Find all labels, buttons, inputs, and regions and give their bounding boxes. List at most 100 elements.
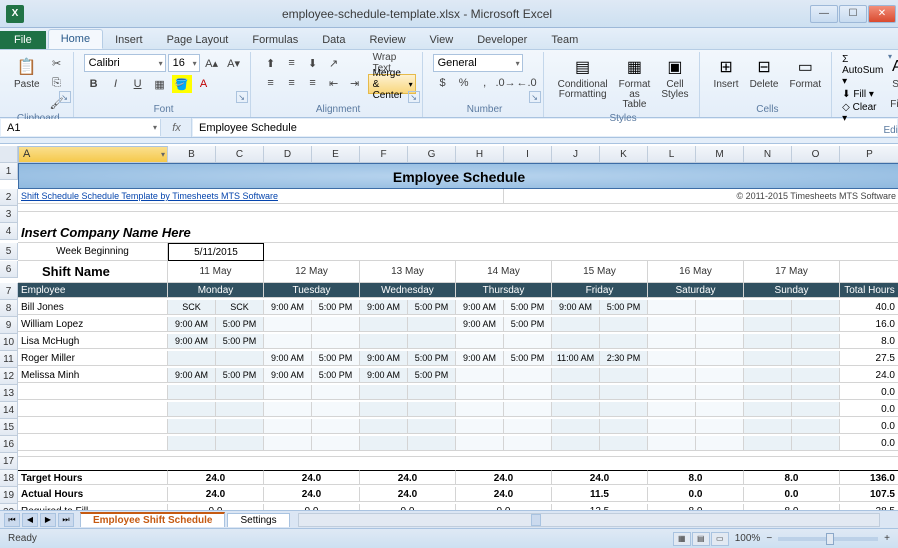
row-header[interactable]: 5 bbox=[0, 243, 18, 260]
shift-cell[interactable] bbox=[456, 419, 504, 434]
shift-cell[interactable] bbox=[264, 385, 312, 400]
row-header[interactable]: 12 bbox=[0, 368, 18, 385]
shift-cell[interactable] bbox=[312, 419, 360, 434]
number-launcher[interactable]: ↘ bbox=[529, 91, 541, 103]
accounting-format-button[interactable]: $ bbox=[433, 74, 453, 92]
shift-cell[interactable] bbox=[792, 419, 840, 434]
shift-cell[interactable] bbox=[504, 402, 552, 417]
summary-value[interactable]: 24.0 bbox=[264, 470, 360, 485]
shift-cell[interactable]: 2:30 PM bbox=[600, 351, 648, 366]
template-link[interactable]: Shift Schedule Schedule Template by Time… bbox=[18, 189, 504, 204]
shift-cell[interactable] bbox=[792, 317, 840, 332]
shift-cell[interactable] bbox=[648, 351, 696, 366]
increase-font-button[interactable]: A▴ bbox=[202, 54, 222, 72]
decrease-font-button[interactable]: A▾ bbox=[224, 54, 244, 72]
format-as-table-button[interactable]: ▦Format as Table bbox=[615, 54, 655, 112]
shift-cell[interactable] bbox=[744, 385, 792, 400]
summary-total[interactable]: 136.0 bbox=[840, 470, 898, 485]
shift-cell[interactable] bbox=[264, 402, 312, 417]
shift-cell[interactable]: 5:00 PM bbox=[408, 368, 456, 383]
shift-cell[interactable] bbox=[696, 402, 744, 417]
row-header[interactable]: 9 bbox=[0, 317, 18, 334]
tab-formulas[interactable]: Formulas bbox=[240, 31, 310, 49]
shift-cell[interactable] bbox=[168, 419, 216, 434]
shift-cell[interactable]: 9:00 AM bbox=[456, 351, 504, 366]
shift-cell[interactable] bbox=[552, 334, 600, 349]
shift-cell[interactable] bbox=[648, 300, 696, 315]
shift-cell[interactable] bbox=[792, 300, 840, 315]
shift-cell[interactable] bbox=[264, 317, 312, 332]
shift-cell[interactable] bbox=[456, 368, 504, 383]
shift-cell[interactable]: 11:00 AM bbox=[552, 351, 600, 366]
shift-cell[interactable] bbox=[504, 334, 552, 349]
spreadsheet-grid[interactable]: ABCDEFGHIJKLMNOP1Employee Schedule2Shift… bbox=[0, 146, 898, 528]
shift-cell[interactable] bbox=[744, 334, 792, 349]
shift-cell[interactable]: 9:00 AM bbox=[168, 334, 216, 349]
shift-cell[interactable] bbox=[408, 402, 456, 417]
col-header[interactable]: L bbox=[648, 146, 696, 163]
col-header[interactable]: B bbox=[168, 146, 216, 163]
tab-data[interactable]: Data bbox=[310, 31, 357, 49]
shift-cell[interactable] bbox=[456, 436, 504, 451]
shift-cell[interactable]: 5:00 PM bbox=[312, 351, 360, 366]
cell-styles-button[interactable]: ▣Cell Styles bbox=[657, 54, 692, 102]
comma-format-button[interactable]: , bbox=[475, 74, 495, 92]
shift-cell[interactable] bbox=[648, 368, 696, 383]
total-hours-cell[interactable]: 0.0 bbox=[840, 402, 898, 417]
align-bottom-button[interactable]: ⬇ bbox=[303, 54, 323, 72]
employee-name[interactable]: Bill Jones bbox=[18, 300, 168, 315]
shift-cell[interactable]: 5:00 PM bbox=[408, 351, 456, 366]
insert-cells-button[interactable]: ⊞Insert bbox=[710, 54, 743, 92]
format-cells-button[interactable]: ▭Format bbox=[785, 54, 825, 92]
row-header[interactable]: 1 bbox=[0, 163, 18, 180]
shift-cell[interactable] bbox=[648, 317, 696, 332]
shift-cell[interactable] bbox=[792, 334, 840, 349]
underline-button[interactable]: U bbox=[128, 75, 148, 93]
col-header[interactable]: M bbox=[696, 146, 744, 163]
total-hours-cell[interactable]: 0.0 bbox=[840, 419, 898, 434]
summary-value[interactable]: 8.0 bbox=[648, 470, 744, 485]
shift-cell[interactable] bbox=[600, 402, 648, 417]
shift-cell[interactable] bbox=[696, 317, 744, 332]
col-header[interactable]: E bbox=[312, 146, 360, 163]
summary-value[interactable]: 24.0 bbox=[456, 470, 552, 485]
summary-value[interactable]: 24.0 bbox=[552, 470, 648, 485]
shift-cell[interactable] bbox=[696, 300, 744, 315]
shift-cell[interactable] bbox=[504, 368, 552, 383]
employee-name[interactable]: Lisa McHugh bbox=[18, 334, 168, 349]
shift-cell[interactable]: 9:00 AM bbox=[168, 317, 216, 332]
italic-button[interactable]: I bbox=[106, 75, 126, 93]
shift-cell[interactable]: 9:00 AM bbox=[264, 368, 312, 383]
number-format-select[interactable]: General bbox=[433, 54, 523, 72]
shift-cell[interactable] bbox=[504, 436, 552, 451]
shift-cell[interactable]: 5:00 PM bbox=[312, 368, 360, 383]
company-name-cell[interactable]: Insert Company Name Here bbox=[18, 223, 898, 243]
shift-cell[interactable] bbox=[312, 334, 360, 349]
shift-cell[interactable]: 5:00 PM bbox=[216, 334, 264, 349]
formula-input[interactable]: Employee Schedule bbox=[193, 119, 897, 136]
col-header[interactable]: F bbox=[360, 146, 408, 163]
col-header[interactable]: P bbox=[840, 146, 898, 163]
employee-name[interactable] bbox=[18, 385, 168, 400]
shift-cell[interactable]: 9:00 AM bbox=[456, 300, 504, 315]
shift-cell[interactable] bbox=[696, 334, 744, 349]
shift-cell[interactable] bbox=[792, 385, 840, 400]
summary-value[interactable]: 24.0 bbox=[360, 470, 456, 485]
tab-file[interactable]: File bbox=[0, 31, 46, 49]
shift-cell[interactable] bbox=[360, 317, 408, 332]
clipboard-launcher[interactable]: ↘ bbox=[59, 91, 71, 103]
shift-cell[interactable] bbox=[360, 334, 408, 349]
row-header[interactable]: 7 bbox=[0, 283, 18, 300]
sheet-nav-prev[interactable]: ◀ bbox=[22, 513, 38, 527]
row-header[interactable]: 8 bbox=[0, 300, 18, 317]
sheet-title[interactable]: Employee Schedule bbox=[18, 163, 898, 189]
col-header[interactable]: K bbox=[600, 146, 648, 163]
shift-cell[interactable] bbox=[456, 385, 504, 400]
row-header[interactable]: 4 bbox=[0, 223, 18, 240]
summary-value[interactable]: 24.0 bbox=[456, 487, 552, 502]
shift-cell[interactable] bbox=[168, 385, 216, 400]
decrease-decimal-button[interactable]: ←.0 bbox=[517, 74, 537, 92]
sheet-nav-next[interactable]: ▶ bbox=[40, 513, 56, 527]
shift-cell[interactable] bbox=[792, 402, 840, 417]
shift-cell[interactable] bbox=[408, 385, 456, 400]
